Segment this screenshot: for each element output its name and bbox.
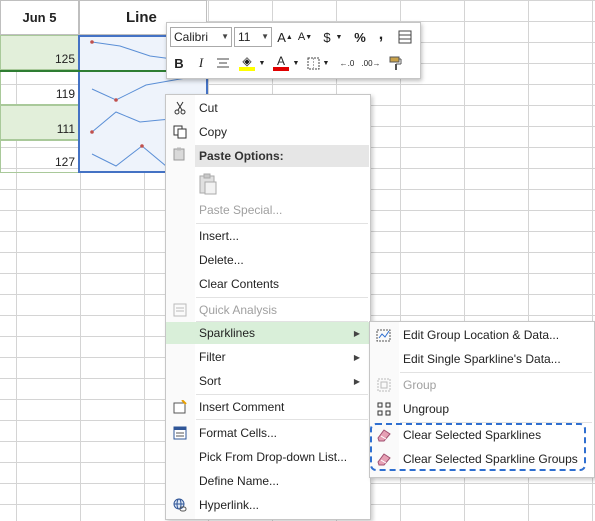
format-cells-icon xyxy=(172,425,188,441)
accounting-format-icon[interactable]: $ xyxy=(320,27,334,47)
font-size-value: 11 xyxy=(238,30,251,44)
menu-item-format-cells[interactable]: Format Cells... xyxy=(166,422,370,444)
menu-separator xyxy=(196,297,368,298)
menu-item-edit-group[interactable]: Edit Group Location & Data... xyxy=(370,324,594,346)
chevron-down-icon[interactable]: ▼ xyxy=(322,53,330,73)
paste-options-header: Paste Options: xyxy=(195,145,369,167)
decrease-decimal-icon[interactable]: .00→ xyxy=(361,53,381,73)
chevron-down-icon: ▼ xyxy=(261,32,269,41)
copy-icon xyxy=(172,124,188,140)
chevron-right-icon: ▶ xyxy=(353,328,360,338)
menu-label-format-cells: Format Cells... xyxy=(199,426,278,440)
menu-item-insert-comment[interactable]: Insert Comment xyxy=(166,396,370,418)
chevron-down-icon: ▼ xyxy=(221,32,229,41)
menu-label-cut: Cut xyxy=(199,101,218,115)
font-color-icon[interactable]: A xyxy=(271,53,291,73)
ungroup-icon xyxy=(376,401,392,417)
chevron-down-icon[interactable]: ▼ xyxy=(335,27,343,47)
menu-label-hyperlink: Hyperlink... xyxy=(199,498,260,512)
menu-item-delete[interactable]: Delete... xyxy=(166,249,370,271)
edit-sparkline-icon xyxy=(376,327,392,343)
menu-label-ungroup: Ungroup xyxy=(403,402,450,416)
italic-icon[interactable]: I xyxy=(193,53,209,73)
font-size-dropdown[interactable]: 11 ▼ xyxy=(234,27,272,47)
menu-label-edit-single: Edit Single Sparkline's Data... xyxy=(403,352,561,366)
font-name-dropdown[interactable]: Calibri ▼ xyxy=(170,27,232,47)
highlight-dashed-box xyxy=(370,423,586,471)
menu-item-sparklines[interactable]: Sparklines ▶ xyxy=(166,322,370,344)
menu-separator xyxy=(196,394,368,395)
menu-item-clear-contents[interactable]: Clear Contents xyxy=(166,273,370,295)
menu-item-define-name[interactable]: Define Name... xyxy=(166,470,370,492)
menu-separator xyxy=(400,372,592,373)
paste-options-label: Paste Options: xyxy=(199,149,284,163)
menu-item-sort[interactable]: Sort ▶ xyxy=(166,370,370,392)
cell-value-1[interactable]: 125 xyxy=(0,35,79,70)
paste-clipboard-icon[interactable] xyxy=(199,173,219,195)
menu-separator xyxy=(196,223,368,224)
increase-font-icon[interactable]: A ▲ xyxy=(277,27,293,47)
menu-item-quick-analysis[interactable]: Quick Analysis xyxy=(166,299,370,321)
menu-item-insert[interactable]: Insert... xyxy=(166,225,370,247)
menu-item-filter[interactable]: Filter ▶ xyxy=(166,346,370,368)
menu-label-pick-dropdown: Pick From Drop-down List... xyxy=(199,450,348,464)
paste-icon xyxy=(172,147,186,164)
menu-label-insert-comment: Insert Comment xyxy=(199,400,285,414)
menu-label-filter: Filter xyxy=(199,350,226,364)
menu-separator xyxy=(196,419,368,420)
chevron-down-icon[interactable]: ▼ xyxy=(292,53,300,73)
menu-item-cut[interactable]: Cut xyxy=(166,97,370,119)
menu-item-group[interactable]: Group xyxy=(370,374,594,396)
format-table-icon[interactable] xyxy=(397,27,413,47)
borders-icon[interactable] xyxy=(305,53,321,73)
menu-item-paste-special[interactable]: Paste Special... xyxy=(166,199,370,221)
bold-icon[interactable]: B xyxy=(171,53,187,73)
menu-label-clear-contents: Clear Contents xyxy=(199,277,280,291)
menu-label-copy: Copy xyxy=(199,125,228,139)
align-center-icon[interactable] xyxy=(215,53,231,73)
menu-label-sort: Sort xyxy=(199,374,222,388)
group-icon xyxy=(376,377,392,393)
mini-toolbar: Calibri ▼ 11 ▼ A ▲ A ▼ $ ▼ % , B I ◈ ▼ A ▼… xyxy=(166,22,421,79)
chevron-down-icon[interactable]: ▼ xyxy=(258,53,266,73)
menu-item-pick-dropdown[interactable]: Pick From Drop-down List... xyxy=(166,446,370,468)
decrease-font-icon[interactable]: A ▼ xyxy=(297,27,313,47)
cell-value-4[interactable]: 127 xyxy=(0,140,79,173)
menu-item-edit-single[interactable]: Edit Single Sparkline's Data... xyxy=(370,348,594,370)
menu-label-quick-analysis: Quick Analysis xyxy=(199,303,278,317)
comma-style-icon[interactable]: , xyxy=(375,25,387,45)
menu-label-edit-group: Edit Group Location & Data... xyxy=(403,328,560,342)
increase-decimal-icon[interactable]: ←.0 xyxy=(337,53,357,73)
font-name-value: Calibri xyxy=(174,30,209,44)
menu-item-ungroup[interactable]: Ungroup xyxy=(370,398,594,420)
menu-label-define-name: Define Name... xyxy=(199,474,280,488)
chevron-right-icon: ▶ xyxy=(353,376,360,386)
chevron-right-icon: ▶ xyxy=(353,352,360,362)
menu-label-delete: Delete... xyxy=(199,253,244,267)
percent-icon[interactable]: % xyxy=(353,27,367,47)
fill-color-icon[interactable]: ◈ xyxy=(237,53,257,73)
quick-analysis-icon xyxy=(172,302,188,318)
context-menu: Cut Copy Paste Options: Paste Special...… xyxy=(165,94,371,520)
header-jun5[interactable]: Jun 5 xyxy=(0,0,79,35)
menu-label-insert: Insert... xyxy=(199,229,240,243)
menu-item-hyperlink[interactable]: Hyperlink... xyxy=(166,494,370,516)
menu-item-copy[interactable]: Copy xyxy=(166,121,370,143)
menu-label-group: Group xyxy=(403,378,437,392)
globe-link-icon xyxy=(172,497,188,513)
comment-icon xyxy=(172,399,188,415)
menu-label-paste-special: Paste Special... xyxy=(199,203,283,217)
menu-label-sparklines: Sparklines xyxy=(199,326,256,340)
format-painter-icon[interactable] xyxy=(387,53,405,73)
scissors-icon xyxy=(172,100,188,116)
cell-value-2[interactable]: 119 xyxy=(0,70,79,105)
cell-value-3[interactable]: 111 xyxy=(0,105,79,140)
